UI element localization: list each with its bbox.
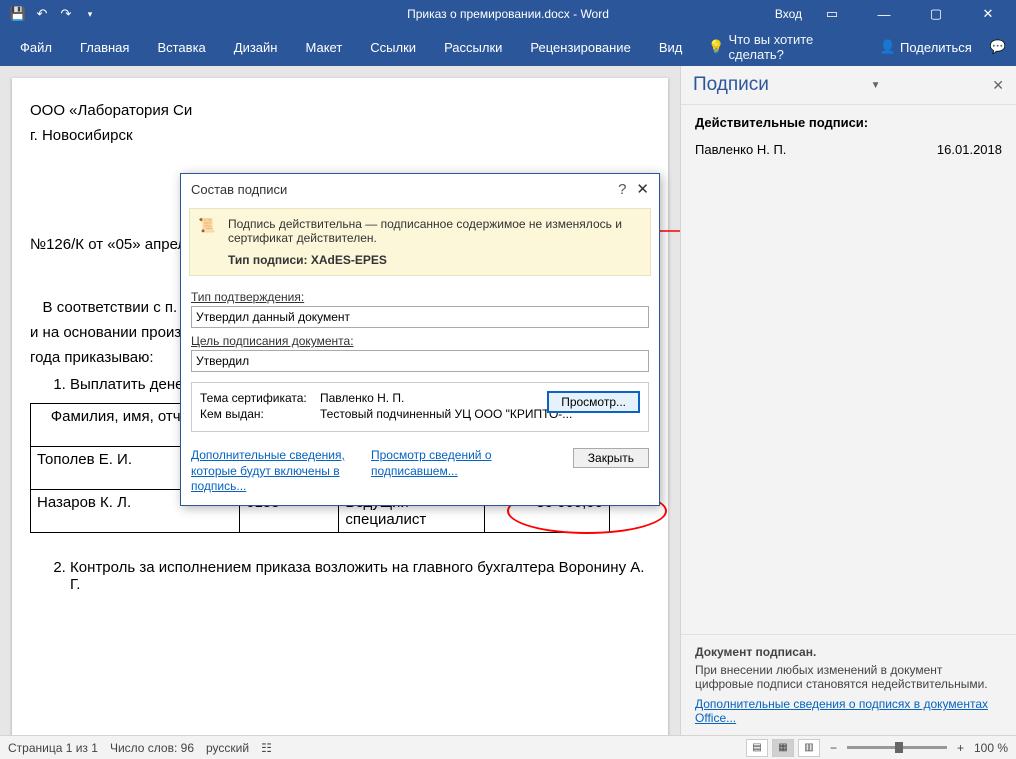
redo-icon[interactable]: ↷ xyxy=(56,4,76,24)
accessibility-icon[interactable]: ☷ xyxy=(261,741,272,755)
quick-access-toolbar: 💾 ↶ ↷ ▾ xyxy=(0,4,100,24)
city-line: г. Новосибирск xyxy=(30,125,650,146)
pane-title: Подписи xyxy=(693,74,769,96)
close-button[interactable]: Закрыть xyxy=(573,448,649,468)
tab-view[interactable]: Вид xyxy=(649,34,693,61)
pane-close-icon[interactable]: ✕ xyxy=(992,77,1004,94)
signer-info-link[interactable]: Просмотр сведений о подписавшем... xyxy=(371,448,531,495)
list-item-2: Контроль за исполнением приказа возложит… xyxy=(70,559,650,593)
zoom-level[interactable]: 100 % xyxy=(974,741,1008,755)
view-certificate-button[interactable]: Просмотр... xyxy=(547,391,640,413)
dialog-close-icon[interactable]: ✕ xyxy=(636,180,649,198)
tab-mailings[interactable]: Рассылки xyxy=(434,34,512,61)
maximize-icon[interactable]: ▢ xyxy=(914,0,958,28)
save-icon[interactable]: 💾 xyxy=(8,4,28,24)
signature-details-dialog: Состав подписи ? ✕ 📜 Подпись действитель… xyxy=(180,173,660,506)
signatures-help-link[interactable]: Дополнительные сведения о подписях в док… xyxy=(695,697,1002,725)
page-indicator[interactable]: Страница 1 из 1 xyxy=(8,741,98,755)
tab-layout[interactable]: Макет xyxy=(295,34,352,61)
confirm-type-label: Тип подтверждения: xyxy=(191,290,649,304)
dialog-titlebar: Состав подписи ? ✕ xyxy=(181,174,659,204)
signature-valid-banner: 📜 Подпись действительна — подписанное со… xyxy=(189,208,651,276)
signature-date: 16.01.2018 xyxy=(937,142,1002,157)
zoom-in-button[interactable]: + xyxy=(957,741,964,755)
tab-insert[interactable]: Вставка xyxy=(147,34,215,61)
signatures-footer: Документ подписан. При внесении любых из… xyxy=(681,634,1016,735)
additional-info-link[interactable]: Дополнительные сведения, которые будут в… xyxy=(191,448,351,495)
purpose-label: Цель подписания документа: xyxy=(191,334,649,348)
login-button[interactable]: Вход xyxy=(775,7,802,21)
ribbon-options-icon[interactable]: ▭ xyxy=(810,0,854,28)
tab-review[interactable]: Рецензирование xyxy=(520,34,640,61)
zoom-slider[interactable] xyxy=(847,746,947,749)
certificate-icon: 📜 xyxy=(198,217,218,267)
tell-me-search[interactable]: 💡 Что вы хотите сделать? xyxy=(708,32,851,62)
tab-home[interactable]: Главная xyxy=(70,34,139,61)
close-icon[interactable]: ✕ xyxy=(966,0,1010,28)
comments-icon[interactable]: 💬 xyxy=(990,39,1006,55)
signature-entry[interactable]: Павленко Н. П. 16.01.2018 xyxy=(695,140,1002,159)
help-icon[interactable]: ? xyxy=(618,181,626,198)
dialog-title: Состав подписи xyxy=(191,182,287,197)
pane-menu-icon[interactable]: ▼ xyxy=(871,80,881,91)
signer-name: Павленко Н. П. xyxy=(695,142,786,157)
tab-references[interactable]: Ссылки xyxy=(360,34,426,61)
confirm-type-field[interactable] xyxy=(191,306,649,328)
zoom-out-button[interactable]: − xyxy=(830,741,837,755)
signatures-pane: Подписи ▼ ✕ Действительные подписи: Павл… xyxy=(680,66,1016,735)
qat-dropdown-icon[interactable]: ▾ xyxy=(80,4,100,24)
tab-file[interactable]: Файл xyxy=(10,34,62,61)
read-mode-icon[interactable]: ▤ xyxy=(746,739,768,757)
purpose-field[interactable] xyxy=(191,350,649,372)
ribbon-tabs: Файл Главная Вставка Дизайн Макет Ссылки… xyxy=(0,28,1016,66)
web-layout-icon[interactable]: ▥ xyxy=(798,739,820,757)
tab-design[interactable]: Дизайн xyxy=(224,34,288,61)
print-layout-icon[interactable]: ▦ xyxy=(772,739,794,757)
org-line: ООО «Лаборатория Си xyxy=(30,100,650,121)
share-button[interactable]: 👤 Поделиться xyxy=(880,39,972,55)
view-switcher: ▤ ▦ ▥ xyxy=(746,739,820,757)
undo-icon[interactable]: ↶ xyxy=(32,4,52,24)
share-icon: 👤 xyxy=(880,39,896,55)
lightbulb-icon: 💡 xyxy=(708,39,724,55)
language-indicator[interactable]: русский xyxy=(206,741,249,755)
window-title: Приказ о премировании.docx - Word xyxy=(407,7,609,21)
status-bar: Страница 1 из 1 Число слов: 96 русский ☷… xyxy=(0,735,1016,759)
document-area: ООО «Лаборатория Си г. Новосибирск О пре… xyxy=(0,66,680,735)
minimize-icon[interactable]: — xyxy=(862,0,906,28)
title-bar: 💾 ↶ ↷ ▾ Приказ о премировании.docx - Wor… xyxy=(0,0,1016,28)
certificate-info: Тема сертификата:Павленко Н. П. Кем выда… xyxy=(191,382,649,432)
valid-signatures-header: Действительные подписи: xyxy=(695,115,1002,130)
word-count[interactable]: Число слов: 96 xyxy=(110,741,194,755)
